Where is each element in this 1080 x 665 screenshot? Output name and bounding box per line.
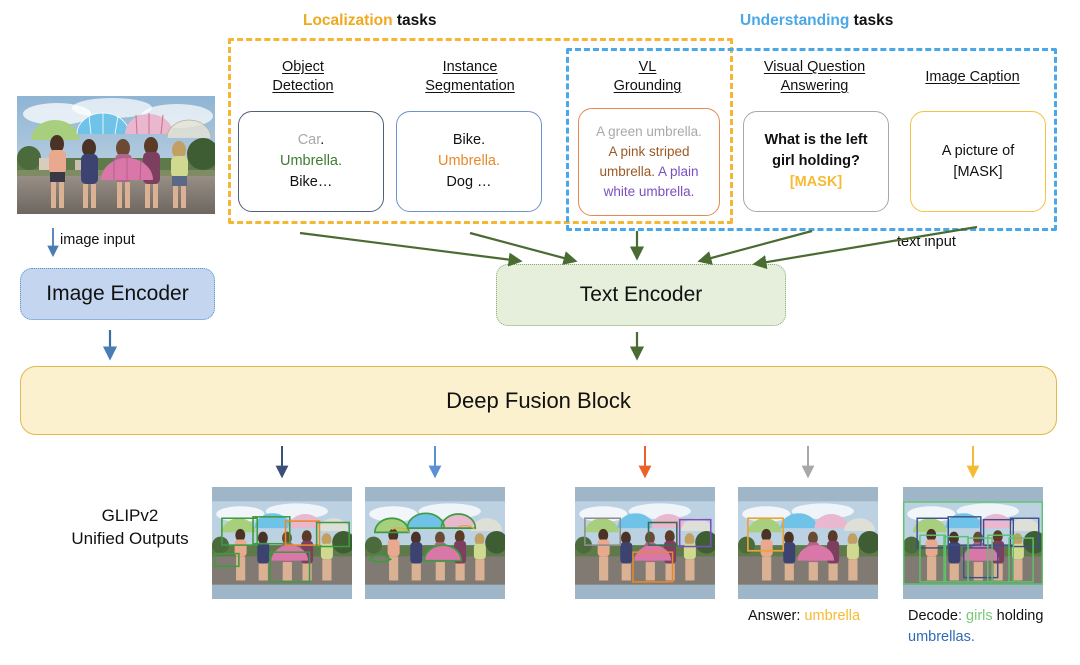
text-encoder-block[interactable]: Text Encoder bbox=[496, 264, 786, 326]
glipv2-line1: GLIPv2 bbox=[101, 506, 159, 525]
deep-fusion-label: Deep Fusion Block bbox=[446, 387, 631, 413]
vg-line-2: A pink striped bbox=[608, 144, 690, 159]
task-box-visual-question-answering[interactable]: What is the left girl holding? [MASK] bbox=[743, 111, 889, 212]
is-line-3: Dog … bbox=[446, 174, 492, 190]
vg-line-3: umbrella. A plain bbox=[599, 164, 699, 179]
image-input-label: image input bbox=[60, 232, 135, 248]
vqa-line-1: What is the left bbox=[764, 132, 868, 148]
output-image-grounding bbox=[575, 487, 715, 599]
task-heading-object-detection: Object Detection bbox=[272, 59, 334, 94]
answer-value: umbrella bbox=[804, 608, 861, 624]
od-line-1: Car. bbox=[297, 132, 325, 148]
task-box-object-detection[interactable]: Car. Umbrella. Bike… bbox=[238, 111, 384, 212]
task-heading-vl-grounding: VL Grounding bbox=[613, 59, 682, 94]
task-heading-instance-segmentation: Instance Segmentation bbox=[425, 59, 515, 94]
vqa-line-2: girl holding? bbox=[772, 153, 860, 169]
source-image bbox=[17, 96, 215, 214]
text-encoder-label: Text Encoder bbox=[579, 283, 703, 306]
is-line-1: Bike. bbox=[452, 132, 486, 148]
glipv2-unified-outputs-label: GLIPv2 Unified Outputs bbox=[50, 504, 210, 550]
understanding-group-title: Understanding tasks bbox=[740, 12, 893, 30]
deep-fusion-block[interactable]: Deep Fusion Block bbox=[20, 366, 1057, 435]
task-box-instance-segmentation[interactable]: Bike. Umbrella. Dog … bbox=[396, 111, 542, 212]
answer-prefix: Answer: bbox=[748, 608, 805, 624]
image-encoder-label: Image Encoder bbox=[46, 282, 189, 305]
text-input-label: text input bbox=[897, 234, 956, 250]
vg-line-4: white umbrella. bbox=[603, 184, 695, 199]
localization-accent-word: Localization bbox=[303, 12, 393, 29]
localization-rest-word: tasks bbox=[392, 12, 437, 29]
od-line-3: Bike… bbox=[289, 174, 333, 190]
output-caption-decode: Decode: girls holding umbrellas. bbox=[908, 606, 1078, 648]
decode-line-1: Decode: girls holding bbox=[908, 608, 1044, 624]
vg-line-1: A green umbrella. bbox=[596, 124, 702, 139]
task-heading-image-caption: Image Caption bbox=[925, 69, 1020, 85]
task-heading-visual-question-answering: Visual Question Answering bbox=[763, 59, 866, 94]
task-box-vl-grounding[interactable]: A green umbrella. A pink striped umbrell… bbox=[578, 108, 720, 216]
task-box-image-caption[interactable]: A picture of [MASK] bbox=[910, 111, 1046, 212]
arrow-detection-to-text-encoder bbox=[299, 231, 523, 267]
decode-line-2: umbrellas. bbox=[908, 629, 975, 645]
is-line-2: Umbrella. bbox=[437, 153, 501, 169]
understanding-accent-word: Understanding bbox=[740, 12, 850, 29]
localization-group-title: Localization tasks bbox=[303, 12, 437, 30]
ic-line-2: [MASK] bbox=[953, 163, 1003, 180]
od-line-2: Umbrella. bbox=[279, 153, 343, 169]
output-image-caption bbox=[903, 487, 1043, 599]
output-image-vqa bbox=[738, 487, 878, 599]
vqa-line-3: [MASK] bbox=[789, 174, 843, 190]
image-encoder-block[interactable]: Image Encoder bbox=[20, 268, 215, 320]
glipv2-line2: Unified Outputs bbox=[71, 529, 189, 548]
output-image-detection bbox=[212, 487, 352, 599]
arrow-vqa-to-text-encoder bbox=[697, 229, 813, 265]
output-image-segmentation bbox=[365, 487, 505, 599]
output-caption-vqa: Answer: umbrella bbox=[748, 606, 908, 627]
arrow-segmentation-to-text-encoder bbox=[469, 231, 578, 265]
understanding-rest-word: tasks bbox=[849, 12, 894, 29]
ic-line-1: A picture of bbox=[941, 142, 1015, 159]
